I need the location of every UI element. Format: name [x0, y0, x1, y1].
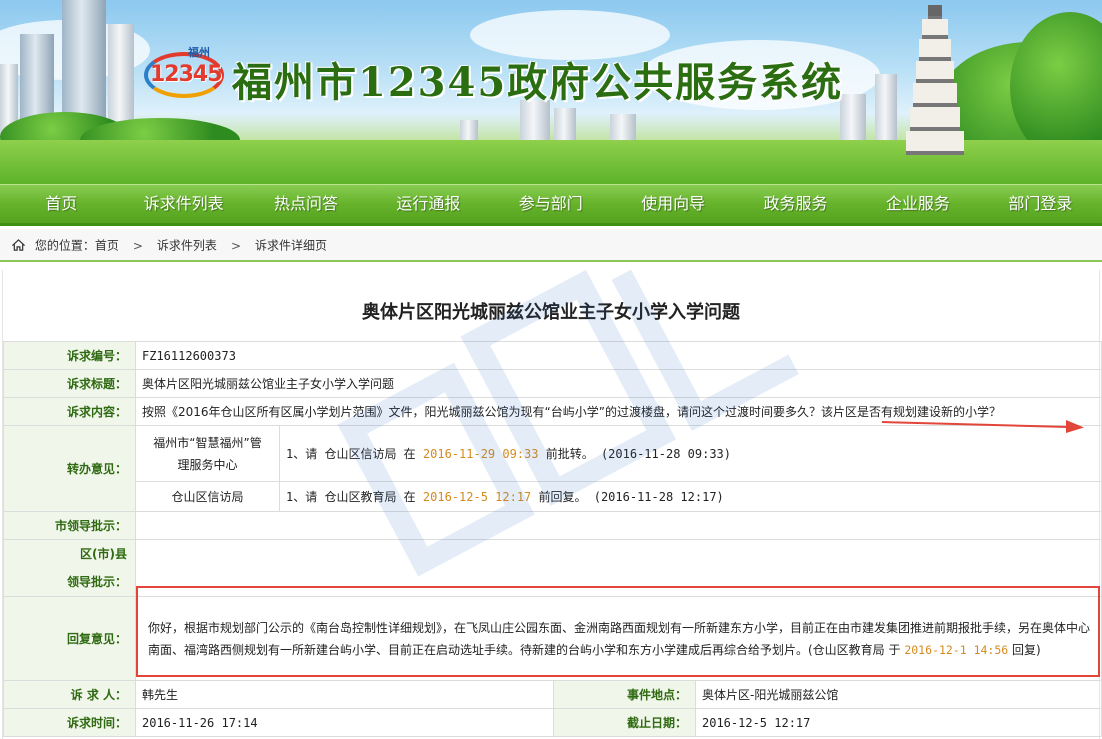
nav-item-gov-services[interactable]: 政务服务: [734, 185, 856, 223]
system-title: 福州市12345政府公共服务系统: [232, 59, 844, 106]
table-row: 仓山区信访局 1、请 仓山区教育局 在 2016-12-5 12:17 前回复。…: [4, 481, 1102, 512]
nav-item-request-list[interactable]: 诉求件列表: [122, 185, 244, 223]
requester-value: 韩先生: [135, 680, 554, 709]
breadcrumb-separator: >: [230, 238, 241, 253]
page-title: 奥体片区阳光城丽兹公馆业主子女小学入学问题: [362, 302, 740, 323]
city-leader-value: [134, 511, 1102, 540]
logo-number: 12345: [150, 62, 223, 87]
building: [875, 74, 897, 144]
table-row: 区(市)县 领导批示：: [3, 539, 1102, 597]
reply-text: 你好，根据市规划部门公示的《南台岛控制性详细规划》，在飞凤山庄公园东面、金洲南路…: [142, 613, 1101, 665]
logo-city: 福州: [188, 46, 210, 59]
transfer-prefix: 1、请 仓山区信访局 在: [286, 447, 423, 461]
transfer-instruction: 1、请 仓山区教育局 在 2016-12-5 12:17 前回复。 (2016-…: [278, 481, 1102, 512]
transfer-suffix: 前回复。 (2016-11-28 12:17): [531, 490, 724, 504]
transfer-suffix: 前批转。 (2016-11-28 09:33): [538, 447, 731, 461]
transfer-deadline: 2016-12-5 12:17: [422, 490, 532, 504]
transfer-label: 转办意见：: [3, 425, 136, 512]
subject-value: 奥体片区阳光城丽兹公馆业主子女小学入学问题: [134, 369, 1102, 398]
nav-item-enterprise-services[interactable]: 企业服务: [857, 185, 979, 223]
transfer-dept: 福州市“智慧福州”管 理服务中心: [135, 425, 280, 482]
nav-item-home[interactable]: 首页: [0, 185, 122, 223]
reply-suffix: 回复): [1008, 642, 1041, 657]
transfer-prefix: 1、请 仓山区教育局 在: [286, 490, 423, 504]
time-value: 2016-11-26 17:14: [135, 708, 554, 737]
breadcrumb-current: 诉求件详细页: [255, 238, 328, 253]
home-icon: [12, 239, 25, 252]
district-leader-value: [134, 539, 1102, 597]
reply-date: 2016-12-1 14:56: [904, 642, 1009, 657]
reply-cell: 你好，根据市规划部门公示的《南台岛控制性详细规划》，在飞凤山庄公园东面、金洲南路…: [134, 596, 1102, 681]
table-row: 诉求标题： 奥体片区阳光城丽兹公馆业主子女小学入学问题: [3, 369, 1102, 398]
breadcrumb-home[interactable]: 首页: [95, 239, 119, 253]
nav-item-reports[interactable]: 运行通报: [367, 185, 489, 223]
id-label: 诉求编号：: [3, 341, 136, 370]
main-nav: 首页 诉求件列表 热点问答 运行通报 参与部门 使用向导 政务服务 企业服务 部…: [0, 184, 1102, 226]
district-leader-label-line: 区(市)县: [80, 547, 127, 561]
district-leader-label: 区(市)县 领导批示：: [3, 539, 136, 597]
breadcrumb-prefix: 您的位置：: [34, 238, 95, 253]
deadline-label: 截止日期：: [553, 708, 696, 737]
nav-item-dept-login[interactable]: 部门登录: [979, 185, 1101, 223]
detail-table: 诉求编号： FZ16112600373 诉求标题： 奥体片区阳光城丽兹公馆业主子…: [3, 341, 1102, 737]
nav-item-hot-qa[interactable]: 热点问答: [245, 185, 367, 223]
annotation-arrow-icon: [881, 420, 1084, 433]
id-value: FZ16112600373: [134, 341, 1102, 370]
breadcrumb-separator: >: [132, 238, 143, 253]
location-value: 奥体片区-阳光城丽兹公馆: [694, 680, 1102, 709]
reply-label: 回复意见：: [3, 596, 136, 681]
deadline-value: 2016-12-5 12:17: [694, 708, 1102, 737]
table-row: 诉求时间： 2016-11-26 17:14 截止日期： 2016-12-5 1…: [3, 708, 1102, 737]
building: [840, 94, 866, 144]
transfer-dept-line: 仓山区信访局: [171, 489, 244, 504]
requester-label: 诉 求 人：: [3, 680, 136, 709]
transfer-dept-line: 理服务中心: [177, 457, 238, 472]
site-logo[interactable]: 福州 12345: [140, 44, 228, 104]
building: [554, 108, 576, 144]
transfer-dept-line: 福州市“智慧福州”管: [153, 435, 262, 450]
subject-label: 诉求标题：: [3, 369, 136, 398]
table-row: 诉求编号： FZ16112600373: [3, 341, 1102, 370]
detail-panel: 奥体片区阳光城丽兹公馆业主子女小学入学问题 诉求编号： FZ1611260037…: [2, 270, 1102, 739]
pagoda-image: [905, 5, 965, 155]
breadcrumb-request-list[interactable]: 诉求件列表: [157, 239, 217, 253]
breadcrumb: 您的位置：首页 > 诉求件列表 > 诉求件详细页: [0, 229, 1102, 262]
nav-item-guide[interactable]: 使用向导: [612, 185, 734, 223]
transfer-deadline: 2016-11-29 09:33: [422, 447, 539, 461]
location-label: 事件地点：: [553, 680, 696, 709]
nav-item-departments[interactable]: 参与部门: [490, 185, 612, 223]
time-label: 诉求时间：: [3, 708, 136, 737]
table-row: 回复意见： 你好，根据市规划部门公示的《南台岛控制性详细规划》，在飞凤山庄公园东…: [3, 596, 1102, 681]
table-row: 市领导批示：: [3, 511, 1102, 540]
city-leader-label: 市领导批示：: [3, 511, 136, 540]
content-label: 诉求内容：: [3, 397, 136, 426]
header-banner: 福州 12345 福州市12345政府公共服务系统: [0, 0, 1102, 184]
table-row: 诉 求 人： 韩先生 事件地点： 奥体片区-阳光城丽兹公馆: [3, 680, 1102, 709]
transfer-dept: 仓山区信访局: [135, 481, 280, 512]
district-leader-label-line: 领导批示：: [66, 575, 127, 589]
